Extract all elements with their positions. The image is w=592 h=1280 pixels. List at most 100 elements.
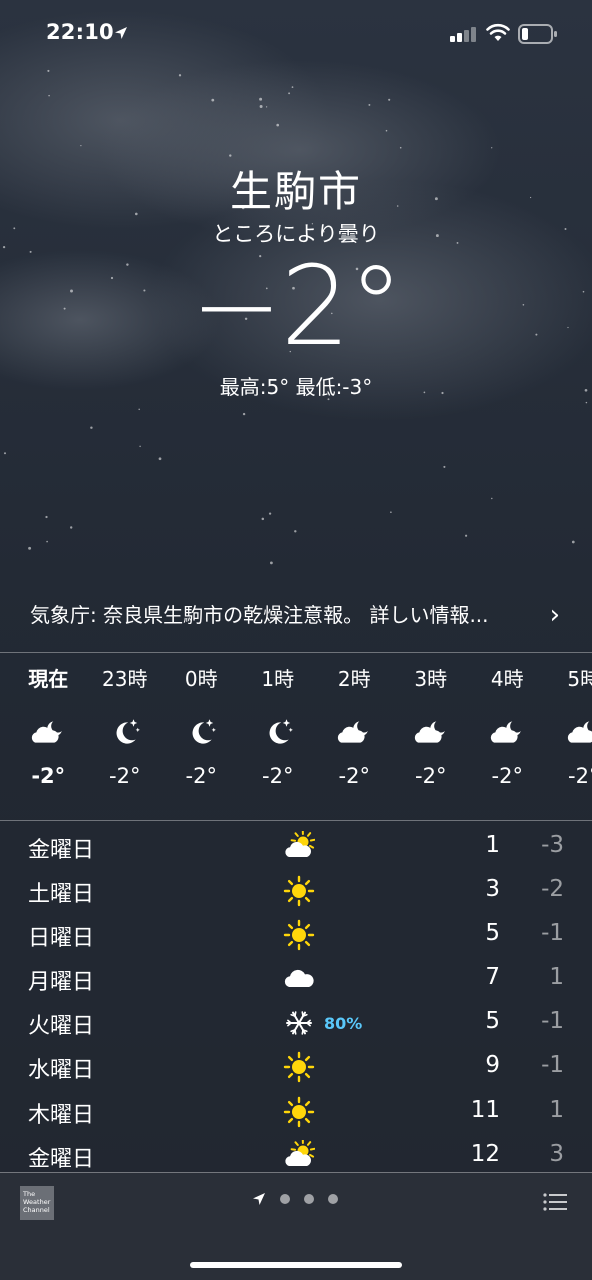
divider (0, 652, 592, 653)
day-name: 金曜日 (28, 1146, 95, 1172)
hour-temperature: -2° (31, 764, 66, 788)
divider (0, 1172, 592, 1173)
hour-label: 5時 (567, 667, 592, 691)
cloud-moon-icon (490, 712, 524, 752)
hour-temperature: -2° (262, 764, 294, 788)
moon-stars-icon (108, 712, 142, 752)
high-temperature: 7 (485, 964, 500, 991)
star (139, 445, 141, 448)
hourly-item: 5時 -2° (546, 662, 592, 812)
star (465, 534, 468, 537)
hour-temperature: -2° (568, 764, 592, 788)
daily-row: 土曜日 3 -2 (0, 870, 592, 914)
star (90, 426, 93, 429)
moon-stars-icon (261, 712, 295, 752)
day-name: 月曜日 (28, 970, 95, 996)
cloud-moon-icon (337, 712, 371, 752)
hour-label: 3時 (414, 667, 448, 691)
star (288, 92, 291, 95)
current-temperature: −2° (190, 242, 403, 370)
high-temperature: 5 (485, 920, 500, 947)
hour-temperature: -2° (338, 764, 370, 788)
hourly-item: 4時 -2° (469, 662, 546, 812)
hour-label: 0時 (184, 667, 218, 691)
low-temperature: 3 (549, 1140, 564, 1167)
star (45, 515, 48, 519)
high-temperature: 3 (485, 876, 500, 903)
hour-label: 23時 (102, 667, 148, 691)
sun-icon (279, 1095, 319, 1129)
daily-row: 木曜日 11 1 (0, 1091, 592, 1135)
moon-stars-icon (184, 712, 218, 752)
star (291, 86, 294, 88)
hourly-item: 0時 -2° (163, 662, 240, 812)
daily-row: 金曜日 1 -3 (0, 826, 592, 870)
page-dot[interactable] (280, 1194, 290, 1204)
wifi-icon (486, 23, 510, 41)
hour-label: 2時 (337, 667, 371, 691)
star (443, 465, 446, 468)
hour-label: 現在 (28, 667, 69, 691)
hour-temperature: -2° (415, 764, 447, 788)
page-dot[interactable] (328, 1194, 338, 1204)
low-temperature: -1 (541, 1008, 564, 1035)
home-indicator[interactable] (190, 1262, 402, 1268)
star (294, 530, 297, 533)
star (491, 147, 493, 149)
cloud-sun-icon (279, 1139, 319, 1173)
star (268, 512, 272, 515)
star (368, 103, 371, 106)
star (70, 526, 73, 529)
star (385, 129, 388, 132)
chevron-right-icon: › (549, 600, 560, 630)
low-temperature: -1 (541, 1052, 564, 1079)
cloud-moon-icon (567, 712, 592, 752)
star (270, 561, 273, 565)
star (276, 123, 280, 127)
location-arrow-icon (253, 1193, 265, 1205)
sun-icon (279, 874, 319, 908)
status-bar-time: 22:10 (46, 20, 114, 44)
star (80, 145, 82, 147)
day-name: 金曜日 (28, 838, 95, 863)
low-temperature: 1 (549, 964, 564, 991)
alert-text: 気象庁: 奈良県生駒市の乾燥注意報。 詳しい情報... (30, 603, 489, 627)
star (571, 540, 575, 544)
star (259, 105, 263, 108)
battery-icon (518, 24, 557, 44)
hour-label: 1時 (261, 667, 295, 691)
current-weather-header: 生駒市 ところにより曇り −2° 最高:5° 最低:-3° (0, 166, 592, 400)
weather-alert-link[interactable]: 気象庁: 奈良県生駒市の乾燥注意報。 詳しい情報... › (30, 598, 560, 632)
cloud-moon-icon (414, 712, 448, 752)
cellular-signal-icon (450, 27, 476, 42)
sun-icon (279, 1050, 319, 1084)
high-temperature: 9 (485, 1052, 500, 1079)
daily-forecast-list[interactable]: 金曜日 1 -3 土曜日 3 -2 日曜日 5 -1 月曜日 7 1 火曜日 80% 5 -1 水曜日 9 -1 木曜… (0, 826, 592, 1179)
city-list-icon[interactable] (543, 1193, 567, 1211)
star (491, 497, 493, 500)
high-low-temperature: 最高:5° 最低:-3° (219, 375, 373, 399)
hourly-item: 3時 -2° (393, 662, 470, 812)
hour-temperature: -2° (491, 764, 523, 788)
city-name: 生駒市 (229, 167, 362, 216)
star (265, 106, 268, 108)
star (390, 511, 392, 514)
location-arrow-icon (115, 27, 127, 39)
weather-channel-logo[interactable]: The Weather Channel (20, 1186, 54, 1220)
star (388, 98, 391, 101)
star (261, 517, 265, 521)
day-name: 日曜日 (28, 926, 95, 952)
cloud-sun-icon (279, 830, 319, 864)
star (3, 452, 7, 455)
daily-row: 火曜日 80% 5 -1 (0, 1002, 592, 1046)
page-dot[interactable] (304, 1194, 314, 1204)
high-temperature: 1 (485, 832, 500, 858)
star (158, 457, 162, 461)
low-temperature: 1 (549, 1096, 564, 1123)
star (28, 546, 32, 550)
page-indicator[interactable] (252, 1192, 338, 1206)
hourly-forecast[interactable]: 現在 -2° 23時 -2° 0時 -2° 1時 -2° 2時 -2° 3時 -2° 4時 -2° 5時 -2… (10, 662, 592, 812)
day-name: 水曜日 (28, 1058, 95, 1084)
day-name: 火曜日 (28, 1014, 95, 1040)
star (138, 408, 140, 411)
